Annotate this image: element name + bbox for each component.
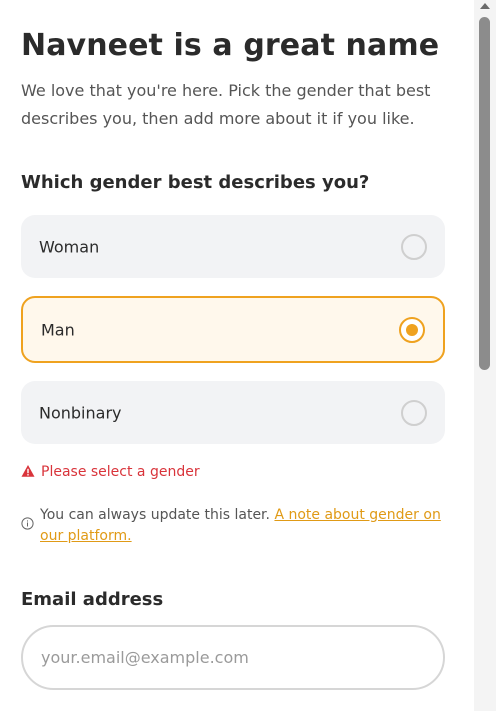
page-title: Navneet is a great name (21, 28, 440, 63)
gender-option-label: Man (41, 320, 75, 339)
error-text: Please select a gender (41, 464, 200, 480)
warning-icon (21, 465, 35, 477)
gender-option-man[interactable]: Man (21, 296, 445, 363)
gender-info-note: You can always update this later. A note… (21, 505, 445, 547)
gender-option-label: Woman (39, 237, 100, 256)
gender-question: Which gender best describes you? (21, 172, 370, 193)
gender-option-woman[interactable]: Woman (21, 215, 445, 278)
scroll-up-arrow-icon[interactable] (480, 3, 490, 9)
info-note-text: You can always update this later. (40, 507, 270, 523)
vertical-scrollbar[interactable] (474, 0, 496, 711)
page-subtitle: We love that you're here. Pick the gende… (21, 81, 431, 128)
info-text: You can always update this later. A note… (21, 505, 445, 547)
radio-selected-icon[interactable] (399, 316, 425, 343)
email-input[interactable] (21, 625, 445, 690)
info-icon (21, 517, 34, 530)
gender-option-nonbinary[interactable]: Nonbinary (21, 381, 445, 444)
radio-unselected-icon[interactable] (401, 399, 427, 426)
gender-error-message: Please select a gender (21, 464, 200, 480)
scrollbar-thumb[interactable] (479, 17, 490, 370)
email-label: Email address (21, 589, 164, 610)
signup-page: Navneet is a great name We love that you… (0, 0, 496, 711)
gender-option-label: Nonbinary (39, 403, 122, 422)
radio-unselected-icon[interactable] (401, 233, 427, 260)
